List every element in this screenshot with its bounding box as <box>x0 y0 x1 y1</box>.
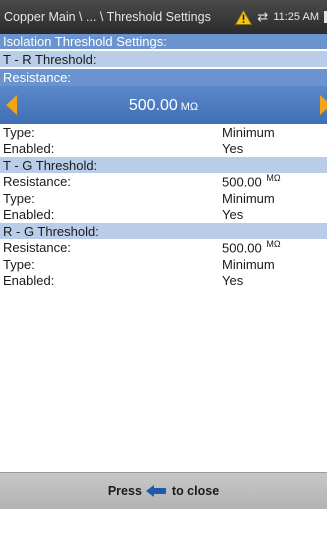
tr-resistance-number: 500.00 <box>128 97 178 114</box>
bottom-blank-area <box>0 509 327 546</box>
rg-resistance-value: 500.00 MΩ <box>222 239 281 256</box>
tg-resistance-label: Resistance: <box>3 174 71 189</box>
tr-resistance-unit: MΩ <box>180 101 199 113</box>
tg-enabled-value: Yes <box>222 206 244 222</box>
rg-type-value: Minimum <box>222 256 275 272</box>
section-title: Isolation Threshold Settings: <box>0 34 327 49</box>
tr-enabled-row[interactable]: Enabled: Yes <box>0 140 327 156</box>
tr-type-label: Type: <box>3 124 35 140</box>
tr-type-value: Minimum <box>222 124 275 140</box>
warning-triangle-icon[interactable] <box>235 9 253 25</box>
rg-resistance-row[interactable]: Resistance: 500.00 MΩ <box>0 239 327 256</box>
footer-press-label: Press <box>107 484 142 498</box>
clock: 11:25 AM <box>273 11 319 23</box>
status-icons: ⇄ 11:25 AM <box>235 9 327 25</box>
tg-type-value: Minimum <box>222 190 275 206</box>
tr-enabled-label: Enabled: <box>3 140 55 156</box>
tr-resistance-label: Resistance: <box>3 70 71 85</box>
tr-resistance-row[interactable]: Resistance: <box>0 69 327 86</box>
tr-threshold-header: T - R Threshold: <box>0 51 327 67</box>
tr-enabled-value: Yes <box>222 140 244 156</box>
rg-threshold-label: R - G Threshold: <box>3 223 99 239</box>
status-bar: Copper Main \ ... \ Threshold Settings ⇄… <box>0 0 327 34</box>
increase-arrow-icon[interactable] <box>320 95 327 115</box>
rg-enabled-value: Yes <box>222 272 244 288</box>
tr-resistance-value: 500.00 MΩ <box>0 97 327 115</box>
rg-enabled-row[interactable]: Enabled: Yes <box>0 272 327 288</box>
footer-close-bar[interactable]: Press to close <box>0 472 327 509</box>
section-title-label: Isolation Threshold Settings: <box>3 34 167 49</box>
tg-resistance-row[interactable]: Resistance: 500.00 MΩ <box>0 173 327 190</box>
rg-resistance-unit: MΩ <box>266 239 281 250</box>
tg-enabled-row[interactable]: Enabled: Yes <box>0 206 327 222</box>
footer-close-label: to close <box>171 484 220 498</box>
threshold-settings-screen: Copper Main \ ... \ Threshold Settings ⇄… <box>0 0 327 546</box>
rg-enabled-label: Enabled: <box>3 272 55 288</box>
rg-threshold-header: R - G Threshold: <box>0 223 327 239</box>
rg-type-row[interactable]: Type: Minimum <box>0 256 327 272</box>
tg-resistance-value: 500.00 MΩ <box>222 173 281 190</box>
network-arrows-icon: ⇄ <box>257 9 269 24</box>
tg-enabled-label: Enabled: <box>3 206 55 222</box>
tg-type-label: Type: <box>3 190 35 206</box>
rg-resistance-number: 500.00 <box>222 240 262 256</box>
tg-threshold-header: T - G Threshold: <box>0 157 327 173</box>
empty-list-area <box>0 292 327 472</box>
tg-type-row[interactable]: Type: Minimum <box>0 190 327 206</box>
tg-resistance-unit: MΩ <box>266 173 281 184</box>
tr-threshold-label: T - R Threshold: <box>3 51 97 67</box>
tr-type-row[interactable]: Type: Minimum <box>0 124 327 140</box>
breadcrumb: Copper Main \ ... \ Threshold Settings <box>4 10 211 24</box>
back-arrow-icon <box>145 485 166 497</box>
rg-resistance-label: Resistance: <box>3 240 71 255</box>
rg-type-label: Type: <box>3 256 35 272</box>
tg-resistance-number: 500.00 <box>222 174 262 190</box>
tr-resistance-editor[interactable]: 500.00 MΩ <box>0 86 327 124</box>
tg-threshold-label: T - G Threshold: <box>3 157 98 173</box>
